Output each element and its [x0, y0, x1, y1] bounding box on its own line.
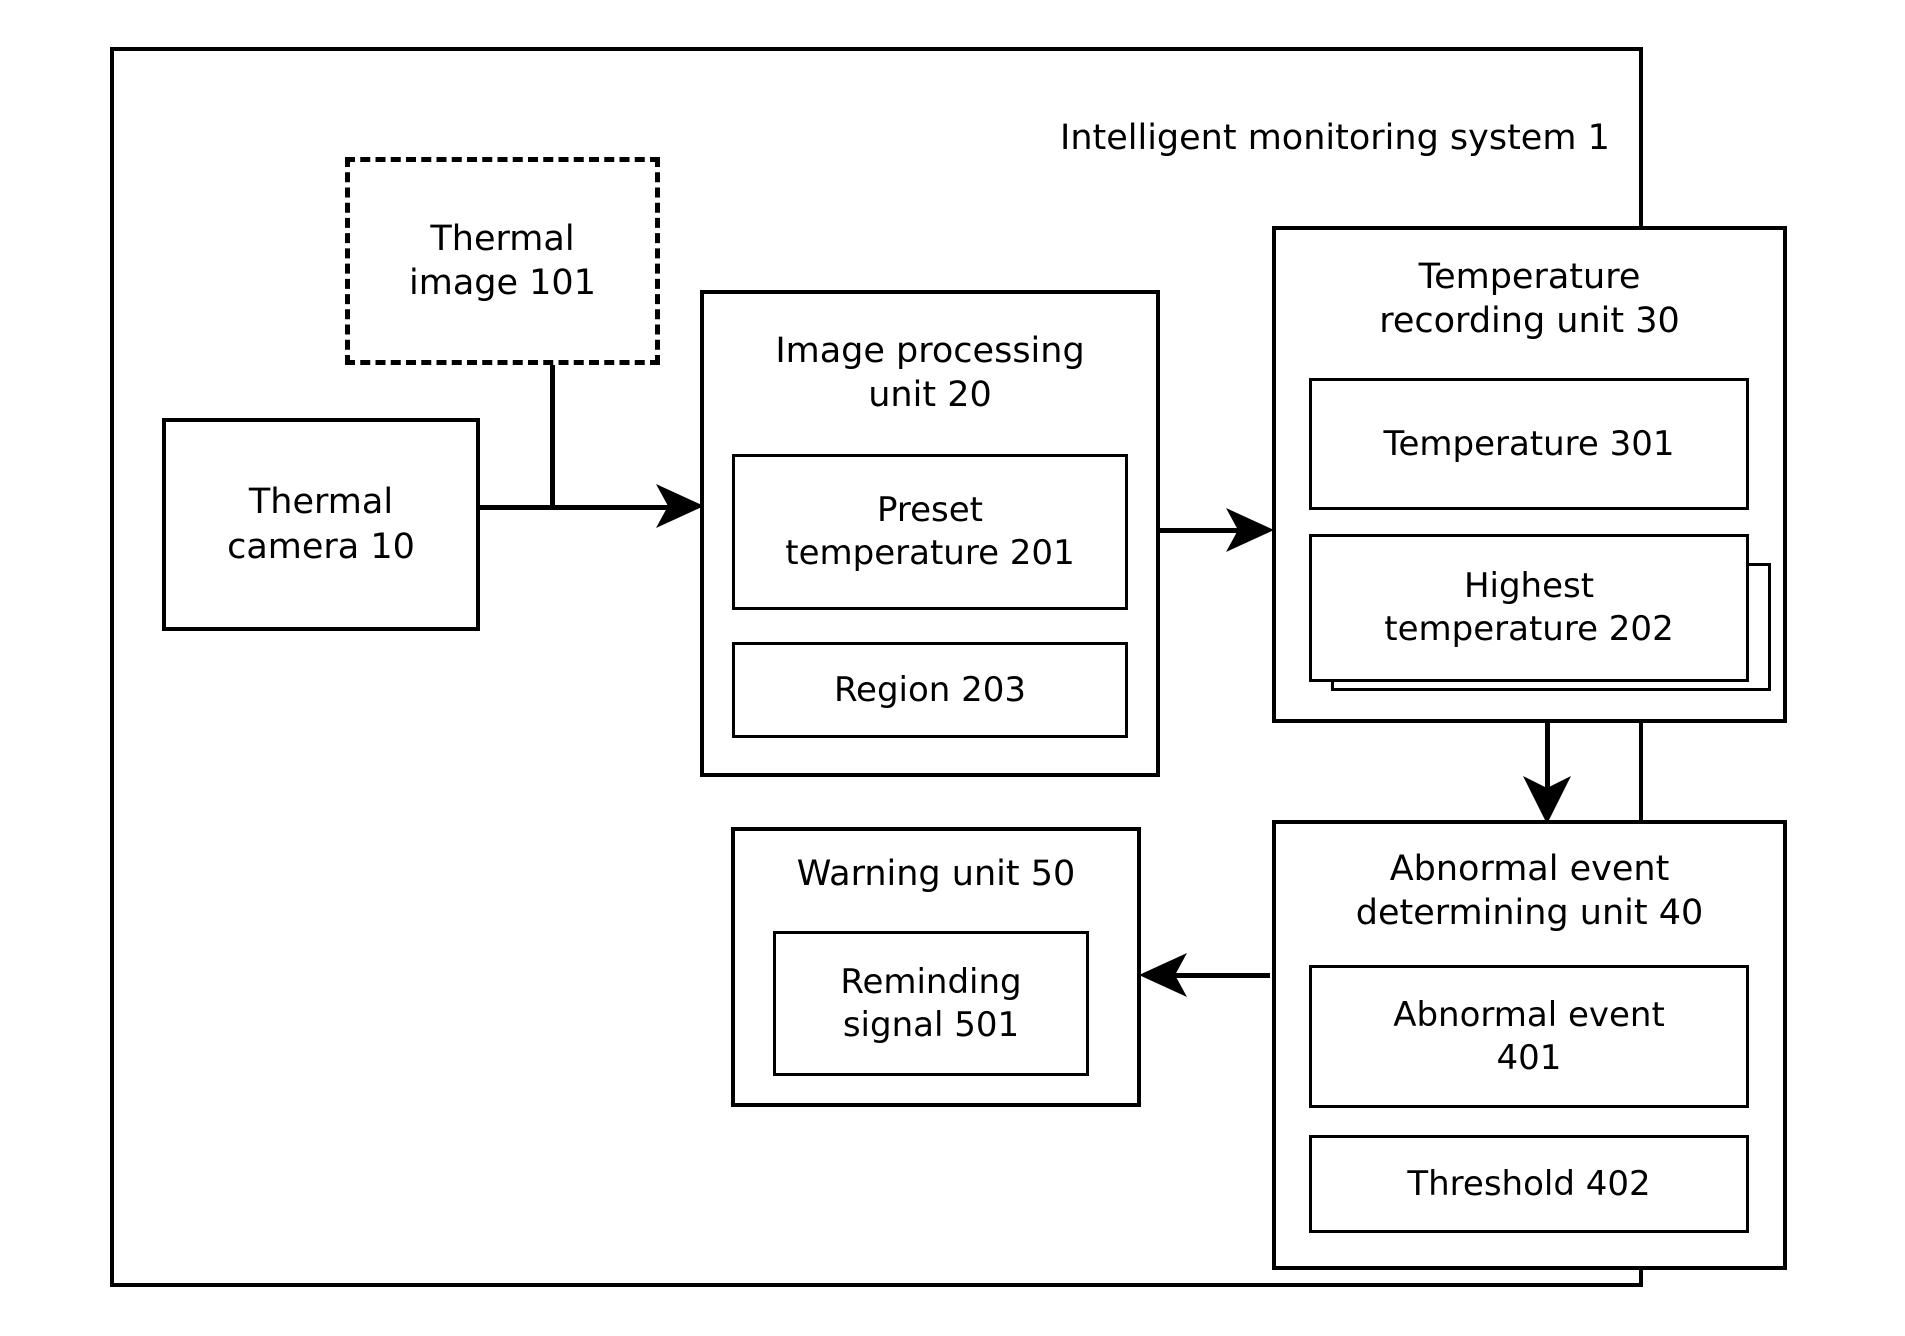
node-abnormal-event-determining-unit[interactable]: Abnormal event determining unit 40 Abnor…: [1272, 820, 1787, 1270]
camera-to-image-processing-line: [466, 505, 681, 510]
node-image-processing-unit[interactable]: Image processing unit 20 Preset temperat…: [700, 290, 1160, 777]
node-preset-temperature-label: Preset temperature 201: [785, 490, 1075, 573]
thermal-image-drop-line: [550, 358, 555, 509]
abnormal-event-to-warning-arrowhead: [1139, 953, 1187, 997]
node-temperature-recording-unit-label: Temperature recording unit 30: [1379, 256, 1680, 341]
node-abnormal-event-label: Abnormal event 401: [1393, 994, 1665, 1078]
node-thermal-camera-label: Thermal camera 10: [227, 482, 415, 567]
node-thermal-image-label: Thermal image 101: [409, 218, 596, 303]
node-threshold-label: Threshold 402: [1407, 1163, 1651, 1204]
node-reminding-signal[interactable]: Reminding signal 501: [773, 931, 1089, 1076]
node-abnormal-event-determining-unit-label: Abnormal event determining unit 40: [1355, 848, 1704, 933]
node-thermal-image[interactable]: Thermal image 101: [345, 157, 660, 365]
diagram-canvas: Intelligent monitoring system 1 Thermal …: [0, 0, 1905, 1336]
node-warning-unit[interactable]: Warning unit 50 Reminding signal 501: [731, 827, 1141, 1107]
node-highest-temperature-label: Highest temperature 202: [1384, 566, 1674, 649]
node-temperature[interactable]: Temperature 301: [1309, 378, 1749, 510]
node-region-label: Region 203: [833, 669, 1027, 710]
node-temperature-recording-unit[interactable]: Temperature recording unit 30 Temperatur…: [1272, 226, 1787, 723]
node-abnormal-event[interactable]: Abnormal event 401: [1309, 965, 1749, 1108]
node-warning-unit-label: Warning unit 50: [796, 853, 1076, 894]
node-threshold[interactable]: Threshold 402: [1309, 1135, 1749, 1233]
node-thermal-camera[interactable]: Thermal camera 10: [162, 418, 480, 631]
node-preset-temperature[interactable]: Preset temperature 201: [732, 454, 1128, 610]
node-image-processing-unit-label: Image processing unit 20: [775, 330, 1085, 415]
system-title: Intelligent monitoring system 1: [1060, 118, 1610, 158]
node-region[interactable]: Region 203: [732, 642, 1128, 738]
node-reminding-signal-label: Reminding signal 501: [840, 961, 1022, 1045]
node-temperature-label: Temperature 301: [1383, 423, 1675, 464]
node-highest-temperature[interactable]: Highest temperature 202: [1309, 534, 1749, 682]
